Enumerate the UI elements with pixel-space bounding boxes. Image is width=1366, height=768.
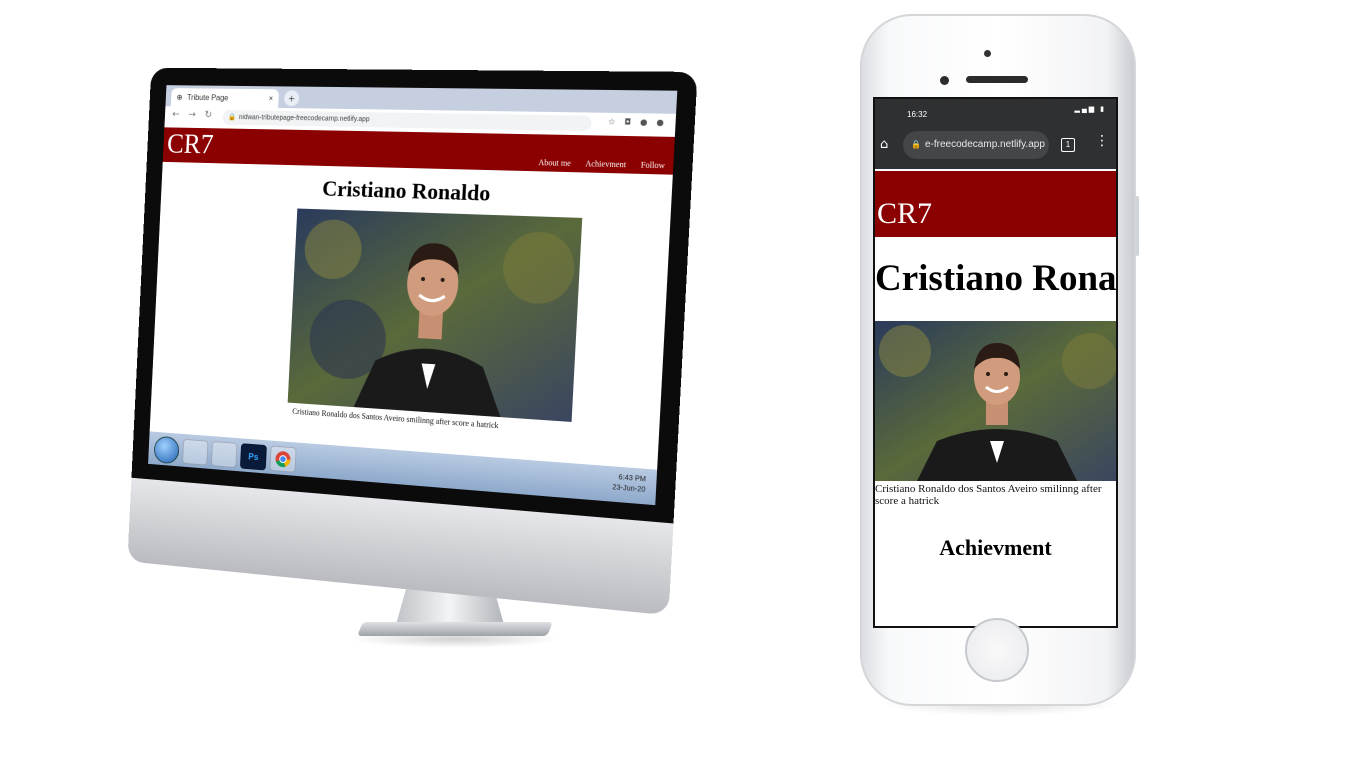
home-icon[interactable]: ⌂: [880, 137, 888, 152]
mobile-page-title: Cristiano Ronaldo: [875, 257, 1116, 300]
back-arrow-icon[interactable]: ←: [172, 109, 180, 120]
clock-date: 23-Jun-20: [612, 483, 646, 496]
globe-icon: ⊕: [176, 93, 182, 102]
monitor-stand-base: [357, 622, 553, 636]
forward-arrow-icon[interactable]: →: [188, 109, 196, 120]
mobile-site-logo[interactable]: CR7: [877, 197, 932, 231]
extension-icons[interactable]: ☆ ◘ ● ●: [608, 117, 668, 127]
monitor-bezel: ⊕ Tribute Page × + ← → ↻ 🔒 nidwan-tribut…: [131, 68, 697, 524]
lock-icon: 🔒: [228, 110, 237, 125]
address-bar-url: nidwan-tributepage-freecodecamp.netlify.…: [239, 114, 370, 123]
chrome-icon[interactable]: [269, 445, 296, 472]
desktop-monitor-mockup: ⊕ Tribute Page × + ← → ↻ 🔒 nidwan-tribut…: [110, 70, 690, 650]
start-button[interactable]: [153, 436, 179, 465]
browser-tab[interactable]: ⊕ Tribute Page ×: [171, 88, 279, 108]
site-logo[interactable]: CR7: [166, 129, 214, 161]
overflow-menu-icon[interactable]: ⋮: [1095, 133, 1109, 149]
nav-link-achievement[interactable]: Achievment: [585, 159, 626, 169]
folder-icon[interactable]: [182, 439, 208, 466]
reload-icon[interactable]: ↻: [204, 110, 212, 121]
ronaldo-photo-illustration: [288, 209, 583, 422]
monitor-body: ⊕ Tribute Page × + ← → ↻ 🔒 nidwan-tribut…: [127, 68, 697, 618]
earpiece-speaker: [966, 76, 1028, 83]
side-button: [1135, 196, 1139, 256]
phone-sensor: [984, 50, 991, 57]
mobile-address-bar[interactable]: 🔒 e-freecodecamp.netlify.app: [903, 131, 1049, 159]
tab-title: Tribute Page: [187, 93, 229, 102]
status-icons: ▂▄▆ ▮: [1074, 105, 1106, 113]
phone-screen: 16:32 ▂▄▆ ▮ ⌂ 🔒 e-freecodecamp.netlify.a…: [873, 97, 1118, 628]
mobile-address-url: e-freecodecamp.netlify.app: [925, 139, 1045, 150]
lock-icon: 🔒: [911, 131, 921, 159]
mobile-site-header: CR7: [875, 171, 1116, 237]
mobile-ronaldo-photo: [875, 321, 1116, 481]
new-tab-button[interactable]: +: [284, 90, 300, 106]
mobile-photo-caption: Cristiano Ronaldo dos Santos Aveiro smil…: [875, 483, 1116, 507]
mobile-browser-toolbar: ⌂ 🔒 e-freecodecamp.netlify.app 1 ⋮: [875, 121, 1116, 169]
ronaldo-photo: [288, 209, 583, 422]
nav-link-about[interactable]: About me: [538, 158, 571, 168]
media-player-icon[interactable]: [211, 441, 238, 468]
home-button[interactable]: [965, 618, 1029, 682]
photoshop-icon[interactable]: Ps: [240, 443, 267, 470]
site-nav: About me Achievment Follow: [538, 158, 665, 170]
tab-switcher-button[interactable]: 1: [1061, 138, 1075, 152]
smartphone-mockup: 16:32 ▂▄▆ ▮ ⌂ 🔒 e-freecodecamp.netlify.a…: [860, 14, 1136, 706]
desktop-screen: ⊕ Tribute Page × + ← → ↻ 🔒 nidwan-tribut…: [148, 85, 677, 505]
phone-status-bar: 16:32 ▂▄▆ ▮: [875, 99, 1116, 121]
page-title: Cristiano Ronaldo: [161, 171, 672, 212]
front-camera-icon: [940, 76, 949, 85]
address-bar[interactable]: 🔒 nidwan-tributepage-freecodecamp.netlif…: [222, 110, 592, 131]
chrome-logo-icon: [274, 450, 292, 469]
status-time: 16:32: [907, 110, 927, 119]
nav-link-follow[interactable]: Follow: [641, 160, 665, 170]
system-tray-clock[interactable]: 6:43 PM 23-Jun-20: [612, 473, 646, 496]
achievement-heading: Achievment: [875, 535, 1116, 561]
mobile-ronaldo-photo-illustration: [875, 321, 1116, 481]
tab-close-icon[interactable]: ×: [268, 94, 273, 103]
